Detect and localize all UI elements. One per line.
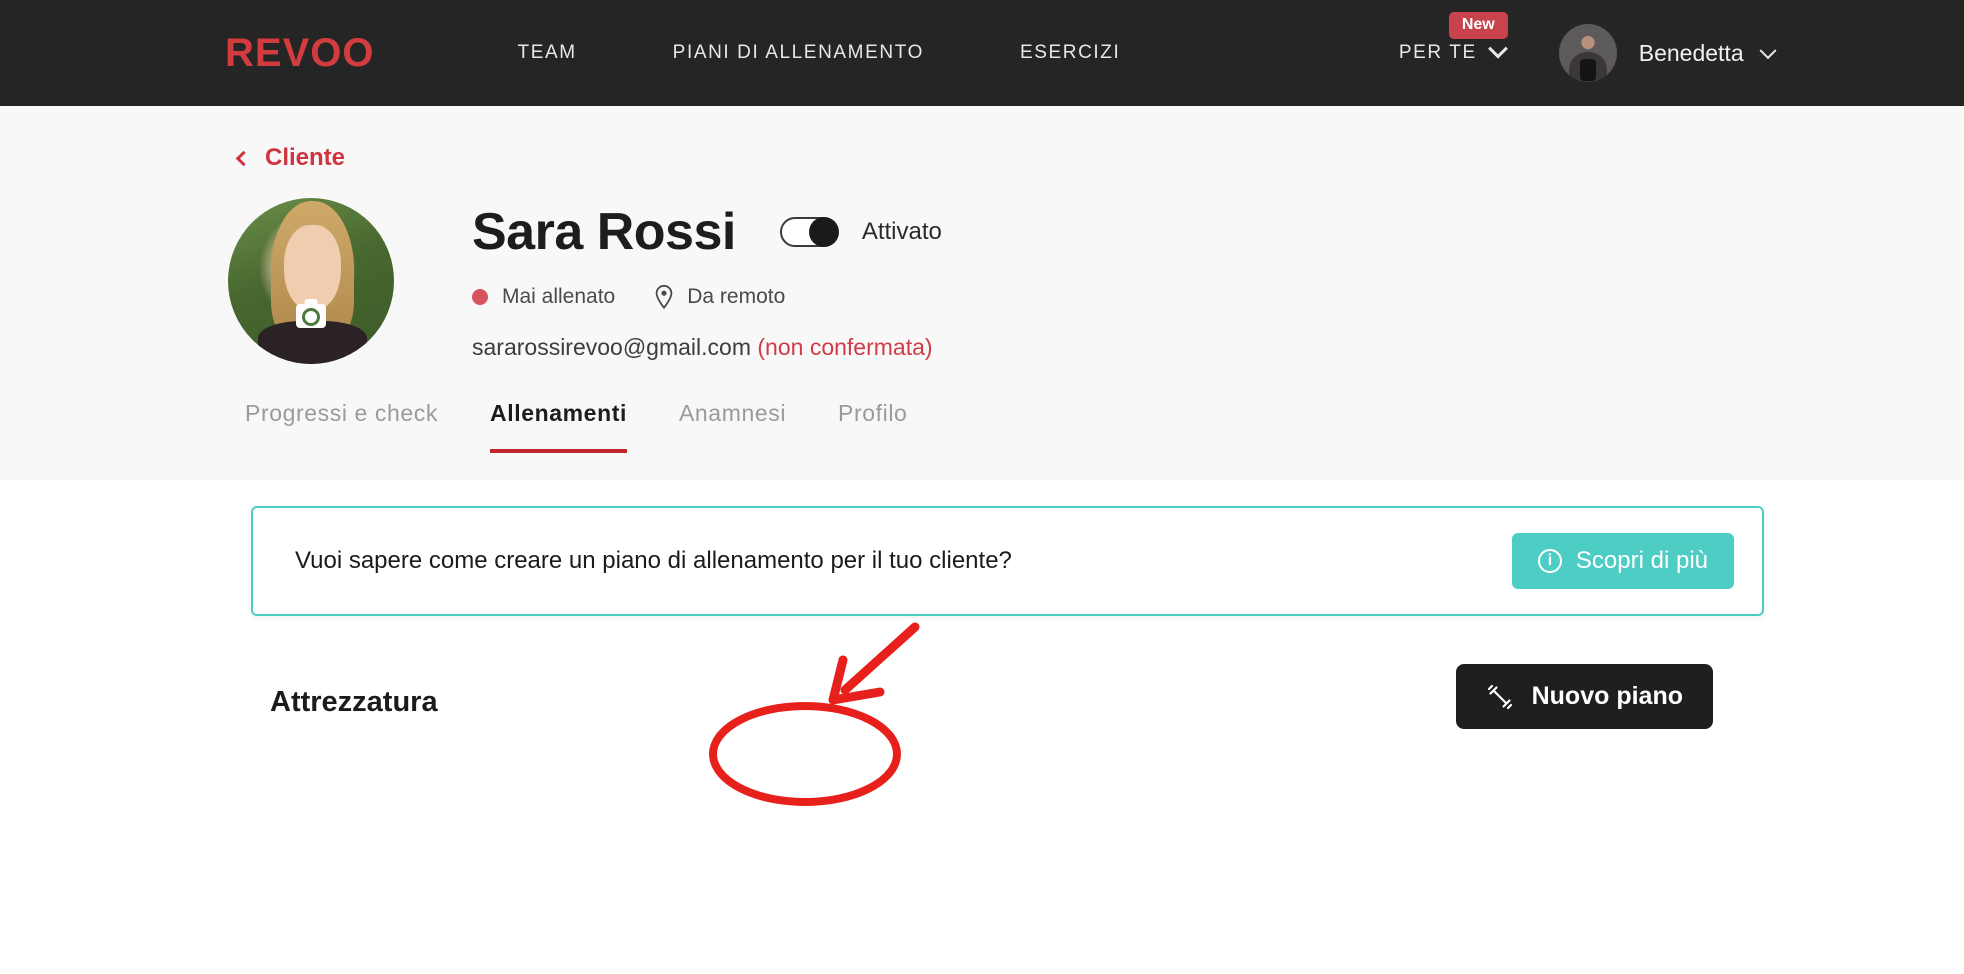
chevron-left-icon <box>235 150 252 166</box>
avatar-face <box>284 224 341 311</box>
scopri-di-piu-label: Scopri di più <box>1575 547 1708 574</box>
client-email: sararossirevoo@gmail.com <box>472 334 751 360</box>
chevron-down-icon <box>1487 38 1508 59</box>
section-title: Attrezzatura <box>270 686 438 718</box>
nuovo-piano-button[interactable]: Nuovo piano <box>1455 664 1713 729</box>
map-pin-icon <box>655 284 673 310</box>
tab-progressi-e-check[interactable]: Progressi e check <box>245 400 438 453</box>
nav-item-piani-di-allenamento[interactable]: PIANI DI ALLENAMENTO <box>625 42 972 64</box>
new-badge: New <box>1448 12 1508 39</box>
user-menu-label: Benedetta <box>1638 39 1744 66</box>
client-profile-row: Sara Rossi Attivato Mai allenato Da remo… <box>228 198 1964 364</box>
main-nav-links: TEAM PIANI DI ALLENAMENTO ESERCIZI <box>469 42 1168 64</box>
app-logo[interactable]: REVOO <box>225 31 374 76</box>
client-active-toggle[interactable] <box>779 217 839 247</box>
camera-icon[interactable] <box>296 304 326 329</box>
user-menu[interactable]: Benedetta <box>1638 39 1777 67</box>
scopri-di-piu-button[interactable]: i Scopri di più <box>1511 533 1734 589</box>
status-badge: Mai allenato <box>502 285 616 308</box>
nav-item-team[interactable]: TEAM <box>469 42 624 64</box>
client-header-panel: Cliente Sara Rossi Attivato Mai allenato <box>0 106 1964 480</box>
client-status-row: Mai allenato Da remoto <box>472 284 942 310</box>
back-link-label: Cliente <box>265 144 346 171</box>
info-circle-icon: i <box>1537 549 1562 573</box>
page-title: Sara Rossi <box>472 203 736 261</box>
back-to-clients-link[interactable]: Cliente <box>235 144 346 172</box>
location-label: Da remoto <box>687 285 786 308</box>
toggle-knob <box>808 217 839 247</box>
client-info: Sara Rossi Attivato Mai allenato Da remo… <box>472 198 942 364</box>
client-tabs: Progressi e check Allenamenti Anamnesi P… <box>245 400 1964 453</box>
dumbbell-icon <box>1487 684 1512 709</box>
tab-profilo[interactable]: Profilo <box>838 400 907 453</box>
nav-right-cluster: New PER TE Benedetta <box>1398 12 1964 82</box>
nuovo-piano-label: Nuovo piano <box>1531 682 1683 710</box>
nav-item-esercizi[interactable]: ESERCIZI <box>972 42 1168 64</box>
main-content: Vuoi sapere come creare un piano di alle… <box>0 480 1964 729</box>
client-avatar[interactable] <box>228 198 394 364</box>
per-te-label: PER TE <box>1398 42 1477 63</box>
top-navigation-bar: REVOO TEAM PIANI DI ALLENAMENTO ESERCIZI… <box>0 0 1964 106</box>
tab-allenamenti[interactable]: Allenamenti <box>490 400 627 453</box>
toggle-label: Attivato <box>861 218 942 245</box>
info-banner-text: Vuoi sapere come creare un piano di alle… <box>295 547 1012 574</box>
equipment-section-header: Attrezzatura Nuovo piano <box>0 664 1964 729</box>
per-te-menu[interactable]: New PER TE <box>1398 12 1508 64</box>
client-location: Da remoto <box>653 284 785 310</box>
chevron-down-icon <box>1759 41 1777 59</box>
status-dot-icon <box>472 289 488 305</box>
tab-anamnesi[interactable]: Anamnesi <box>679 400 786 453</box>
user-avatar[interactable] <box>1558 24 1617 82</box>
client-name-row: Sara Rossi Attivato <box>472 202 942 262</box>
email-confirmation-status: (non confermata) <box>757 334 933 360</box>
client-email-row: sararossirevoo@gmail.com (non confermata… <box>472 334 942 361</box>
info-banner: Vuoi sapere come creare un piano di alle… <box>251 506 1764 616</box>
